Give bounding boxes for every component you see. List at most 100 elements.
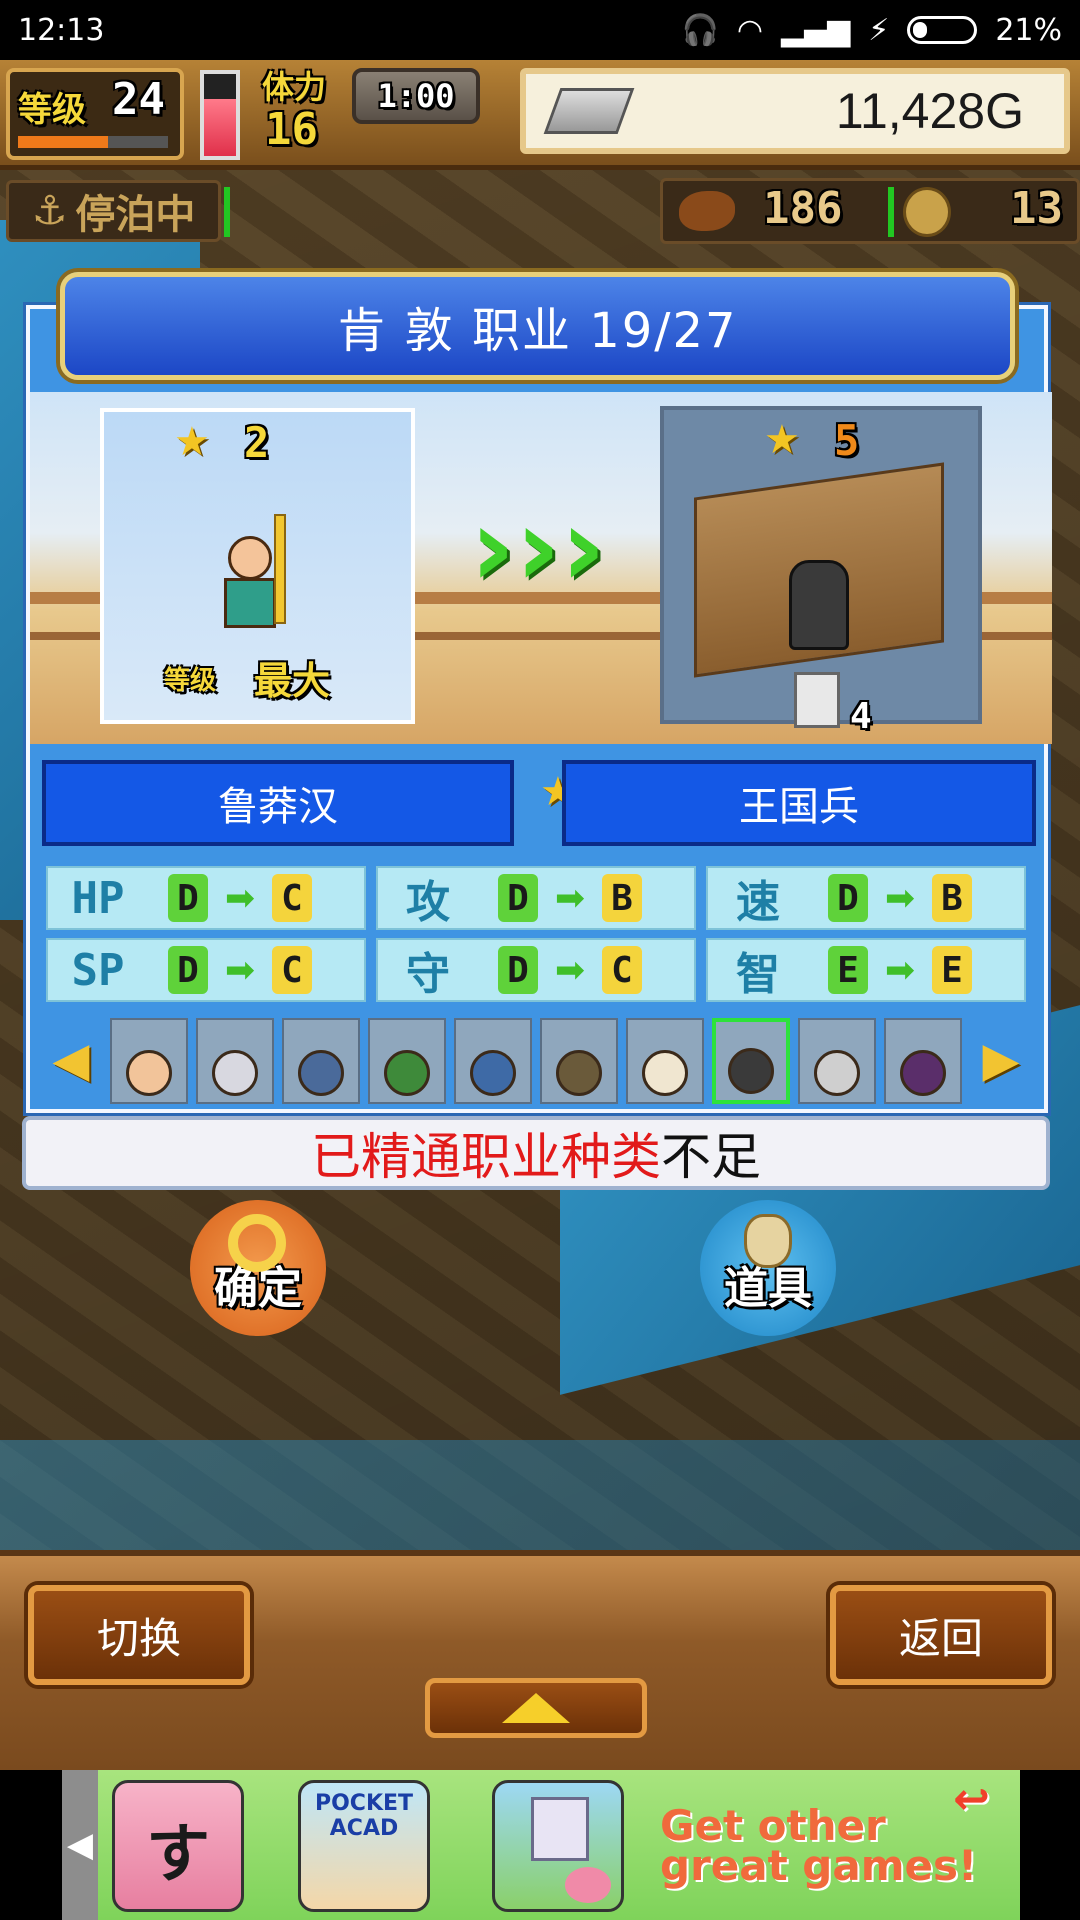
level-value: 24 bbox=[112, 74, 165, 125]
gold-amount: 11,428G bbox=[835, 83, 1024, 139]
job-portrait[interactable] bbox=[196, 1018, 274, 1104]
stamina-timer: 1:00 bbox=[352, 68, 480, 124]
arrow-right-icon: ➡ bbox=[224, 877, 256, 919]
job-title: 肯 敦 职业 19/27 bbox=[337, 303, 738, 359]
job-portrait[interactable] bbox=[626, 1018, 704, 1104]
level-label: 等级 bbox=[18, 90, 86, 130]
meat-icon bbox=[679, 191, 735, 231]
message-highlight: 已精通职业种类 bbox=[311, 1128, 661, 1186]
next-class-name: 王国兵 bbox=[739, 784, 859, 830]
current-job-stars: 2 bbox=[244, 418, 270, 467]
item-count: 4 bbox=[850, 696, 872, 737]
signal-icon: ▂▄▆ bbox=[781, 12, 851, 48]
stat-label: HP bbox=[71, 872, 125, 924]
stat-to: C bbox=[272, 874, 312, 922]
ad-banner[interactable]: ◀ すし POCKET ACAD ↩ Get other great games… bbox=[0, 1770, 1080, 1920]
confirm-button[interactable]: 确定 bbox=[190, 1200, 326, 1336]
job-portrait[interactable] bbox=[368, 1018, 446, 1104]
arrow-right-icon: ➡ bbox=[884, 949, 916, 991]
next-class-box: 王国兵 bbox=[562, 760, 1036, 846]
back-label: 返回 bbox=[898, 1613, 983, 1663]
stat-comparison-grid: HP D ➡ C 攻 D ➡ B 速 D ➡ B SP D ➡ C 守 D ➡ … bbox=[46, 866, 1032, 1008]
sword-item-icon bbox=[794, 672, 840, 728]
return-arrow-icon: ↩ bbox=[953, 1774, 990, 1825]
stat-label: 智 bbox=[736, 949, 780, 1000]
items-button[interactable]: 道具 bbox=[700, 1200, 836, 1336]
stat-from: E bbox=[828, 946, 868, 994]
ad-game2-title: POCKET ACAD bbox=[314, 1791, 414, 1841]
back-button[interactable]: 返回 bbox=[830, 1585, 1052, 1685]
ad-cta-line1: Get other bbox=[660, 1801, 886, 1850]
ad-game-kingdom[interactable] bbox=[492, 1780, 624, 1912]
charging-icon: ⚡ bbox=[868, 12, 890, 48]
stat-to: C bbox=[602, 946, 642, 994]
exp-bar bbox=[18, 136, 168, 148]
stat-from: D bbox=[828, 874, 868, 922]
job-portrait[interactable] bbox=[798, 1018, 876, 1104]
stat-to: C bbox=[272, 946, 312, 994]
stamina-value: 16 bbox=[265, 104, 318, 155]
stat-label: 攻 bbox=[406, 877, 450, 928]
stat-attack: 攻 D ➡ B bbox=[376, 866, 696, 930]
upgrade-arrows-icon: ››› bbox=[470, 483, 606, 611]
stat-from: D bbox=[498, 874, 538, 922]
job-preview-stage: ★ 2 等级 最大 ››› ★ 5 4 bbox=[30, 392, 1052, 744]
stat-defense: 守 D ➡ C bbox=[376, 938, 696, 1002]
stat-label: SP bbox=[71, 944, 125, 996]
medal-icon bbox=[903, 187, 951, 237]
level-label: 等级 bbox=[164, 666, 217, 696]
stat-sp: SP D ➡ C bbox=[46, 938, 366, 1002]
stat-from: D bbox=[168, 874, 208, 922]
current-job-card: ★ 2 等级 最大 bbox=[100, 408, 415, 724]
ad-game-academy[interactable]: POCKET ACAD bbox=[298, 1780, 430, 1912]
clock: 12:13 bbox=[18, 12, 105, 48]
stat-from: D bbox=[168, 946, 208, 994]
headphones-icon: 🎧 bbox=[681, 12, 719, 48]
next-job-card: ★ 5 4 bbox=[660, 406, 982, 737]
food-divider bbox=[888, 187, 894, 237]
stat-hp: HP D ➡ C bbox=[46, 866, 366, 930]
current-class-name: 鲁莽汉 bbox=[218, 784, 338, 830]
battery-percent: 21% bbox=[995, 12, 1062, 48]
job-portrait[interactable] bbox=[884, 1018, 962, 1104]
stat-to: B bbox=[932, 874, 972, 922]
requirement-message: 已精通职业种类 不足 bbox=[22, 1116, 1050, 1190]
ad-cta-line2: great games! bbox=[660, 1841, 978, 1890]
arrow-right-icon: ➡ bbox=[884, 877, 916, 919]
expand-up-button[interactable] bbox=[425, 1678, 647, 1738]
stat-to: E bbox=[932, 946, 972, 994]
stat-label: 守 bbox=[406, 949, 450, 1000]
message-rest: 不足 bbox=[661, 1128, 761, 1186]
level-max: 最大 bbox=[254, 659, 331, 703]
current-job-character bbox=[214, 514, 294, 632]
job-portrait[interactable] bbox=[282, 1018, 360, 1104]
ad-game-sushi[interactable]: すし bbox=[112, 1780, 244, 1912]
stamina-label: 体力 bbox=[262, 68, 327, 106]
top-hud: 等级 24 体力 16 1:00 11,428G bbox=[0, 60, 1080, 170]
ad-collapse-button[interactable]: ◀ bbox=[62, 1770, 98, 1920]
circle-icon bbox=[228, 1214, 286, 1272]
wifi-icon: ◠ bbox=[736, 12, 764, 48]
prev-arrow-icon[interactable]: ◀ bbox=[46, 1028, 96, 1092]
medal-count: 13 bbox=[1010, 183, 1063, 234]
job-portrait-carousel: ◀ ▶ bbox=[46, 1014, 1032, 1108]
water-bottom bbox=[0, 1440, 1080, 1550]
job-portrait[interactable] bbox=[110, 1018, 188, 1104]
ad-call-to-action[interactable]: ↩ Get other great games! bbox=[660, 1778, 1000, 1890]
stamina-gauge bbox=[200, 70, 240, 160]
job-portrait[interactable] bbox=[540, 1018, 618, 1104]
job-portrait-selected[interactable] bbox=[712, 1018, 790, 1104]
stat-intelligence: 智 E ➡ E bbox=[706, 938, 1026, 1002]
arrow-right-icon: ➡ bbox=[554, 949, 586, 991]
next-arrow-icon[interactable]: ▶ bbox=[976, 1028, 1026, 1092]
switch-button[interactable]: 切换 bbox=[28, 1585, 250, 1685]
arrow-right-icon: ➡ bbox=[554, 877, 586, 919]
switch-label: 切换 bbox=[96, 1613, 181, 1663]
star-icon: ★ bbox=[174, 419, 210, 465]
stat-label: 速 bbox=[736, 877, 780, 928]
next-job-character bbox=[789, 560, 849, 650]
job-portrait[interactable] bbox=[454, 1018, 532, 1104]
gold-display: 11,428G bbox=[520, 68, 1070, 154]
stat-speed: 速 D ➡ B bbox=[706, 866, 1026, 930]
stat-from: D bbox=[498, 946, 538, 994]
